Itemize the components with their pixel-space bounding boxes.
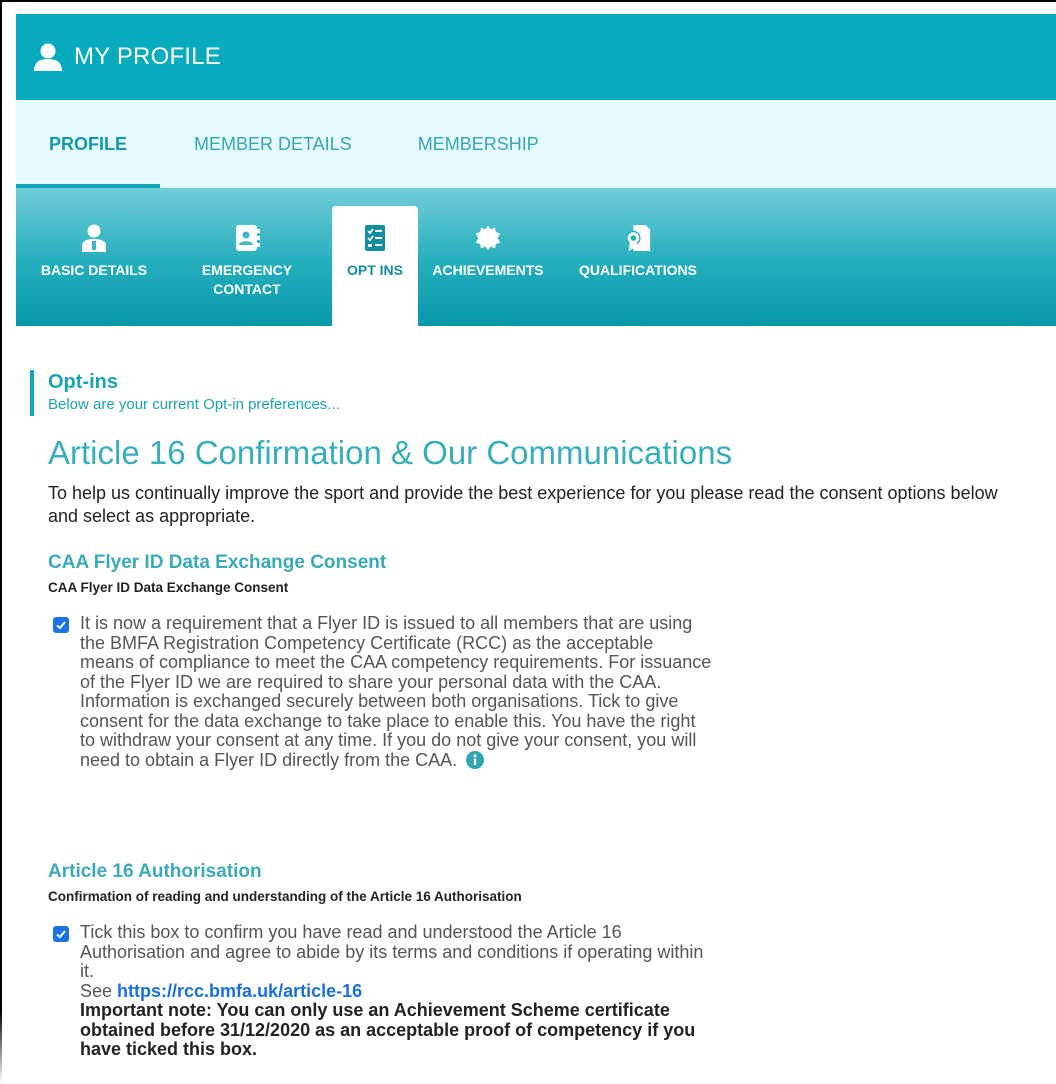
consent-caa-text: It is now a requirement that a Flyer ID … [80, 613, 712, 770]
person-badge-icon [81, 224, 107, 252]
subtab-basic-details-label: BASIC DETAILS [40, 262, 148, 278]
sub-tab-bar: BASIC DETAILS EMERGENCY CONTACT OPT INS … [16, 188, 1056, 326]
consent-caa-checkbox[interactable] [53, 617, 69, 633]
consent-caa-text-block: It is now a requirement that a Flyer ID … [80, 613, 712, 774]
section-title: Opt-ins [48, 371, 118, 393]
subtab-achievements[interactable]: ACHIEVEMENTS [418, 206, 558, 326]
opt-ins-section-header: Opt-ins Below are your current Opt-in pr… [30, 370, 340, 416]
tab-profile[interactable]: PROFILE [16, 100, 160, 188]
consent-article16-checkbox[interactable] [53, 926, 69, 942]
subtab-qualifications[interactable]: QUALIFICATIONS [558, 206, 718, 326]
consent-caa-row: It is now a requirement that a Flyer ID … [48, 613, 712, 774]
consent-article16-text: Tick this box to confirm you have read a… [80, 922, 704, 981]
profile-header: MY PROFILE [16, 14, 1056, 100]
subtab-qualifications-label: QUALIFICATIONS [579, 262, 697, 278]
certificate-icon [625, 224, 651, 252]
subtab-achievements-label: ACHIEVEMENTS [432, 262, 544, 278]
contact-book-icon [234, 224, 260, 252]
see-prefix: See [80, 980, 113, 1001]
consent-article16-text-block: Tick this box to confirm you have read a… [80, 922, 712, 1060]
page-title: MY PROFILE [74, 43, 221, 70]
important-note: Important note: You can only use an Achi… [80, 1000, 696, 1059]
subtab-emergency-contact[interactable]: EMERGENCY CONTACT [172, 206, 322, 326]
main-tab-bar: PROFILE MEMBER DETAILS MEMBERSHIP [16, 100, 1056, 188]
subtab-emergency-label-line1: EMERGENCY [201, 262, 293, 278]
checklist-icon [362, 224, 388, 252]
section-subtitle: Below are your current Opt-in preference… [48, 396, 340, 413]
tab-member-details[interactable]: MEMBER DETAILS [160, 100, 384, 188]
info-icon[interactable] [466, 750, 485, 774]
consent-article16-subtitle: Confirmation of reading and understandin… [48, 889, 522, 904]
consent-caa-subtitle: CAA Flyer ID Data Exchange Consent [48, 580, 289, 595]
tab-membership[interactable]: MEMBERSHIP [384, 100, 571, 188]
frame-border-left-fade [0, 1010, 2, 1084]
subtab-opt-ins-label: OPT INS [346, 262, 403, 278]
article-intro: To help us continually improve the sport… [48, 483, 998, 526]
consent-caa-title: CAA Flyer ID Data Exchange Consent [48, 552, 387, 573]
seal-badge-icon [475, 224, 501, 252]
frame-border-top [0, 0, 1056, 14]
consent-article16-row: Tick this box to confirm you have read a… [48, 922, 712, 1060]
article16-link[interactable]: https://rcc.bmfa.uk/article-16 [117, 981, 362, 1001]
subtab-opt-ins[interactable]: OPT INS [332, 206, 418, 326]
article-heading: Article 16 Confirmation & Our Communicat… [48, 434, 733, 471]
frame-border-left [0, 0, 2, 1010]
subtab-basic-details[interactable]: BASIC DETAILS [16, 206, 172, 326]
consent-article16-title: Article 16 Authorisation [48, 861, 262, 882]
subtab-emergency-label-line2: CONTACT [213, 281, 281, 297]
user-icon [32, 41, 64, 73]
